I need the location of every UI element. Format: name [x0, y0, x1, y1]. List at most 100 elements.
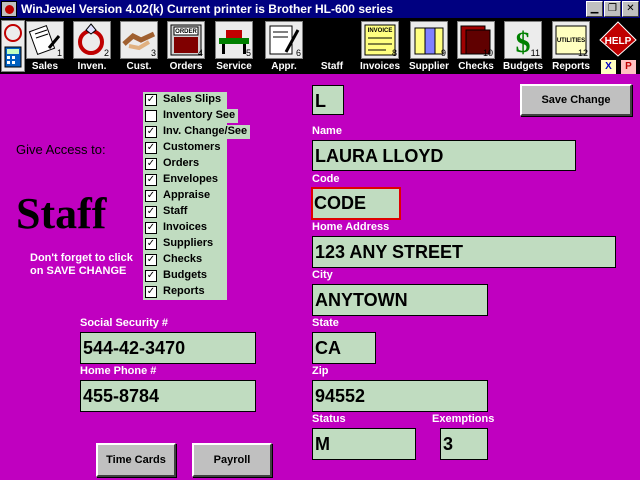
save-change-button[interactable]: Save Change	[520, 84, 632, 116]
zip-field[interactable]: 94552	[312, 380, 488, 412]
restore-button[interactable]: ❐	[604, 1, 621, 17]
home-address-label: Home Address	[312, 221, 390, 233]
state-field[interactable]: CA	[312, 332, 376, 364]
home-phone-field[interactable]: 455-8784	[80, 380, 256, 412]
system-menu-icon[interactable]	[1, 1, 17, 17]
access-checkbox-label: Checks	[163, 253, 206, 267]
window-title: WinJewel Version 4.02(k) Current printer…	[21, 2, 394, 16]
exemptions-label: Exemptions	[432, 413, 495, 425]
toolbar-reports[interactable]: UTILITIES 12 Reports	[550, 20, 592, 74]
toolbar-supplier[interactable]: 9 Supplier	[408, 20, 450, 74]
status-label: Status	[312, 413, 346, 425]
access-checkbox[interactable]: ✓	[145, 222, 157, 234]
access-checkbox-row[interactable]: ✓ Staff	[143, 204, 265, 220]
access-checkbox-label: Sales Slips	[163, 93, 225, 107]
toolbar-budgets[interactable]: $ 11 Budgets	[502, 20, 544, 74]
access-checkbox-label: Invoices	[163, 221, 211, 235]
access-checkbox-label: Orders	[163, 157, 203, 171]
home-address-field[interactable]: 123 ANY STREET	[312, 236, 616, 268]
access-checkbox[interactable]: ✓	[145, 158, 157, 170]
toolbar-invoices[interactable]: INVOICE 8 Invoices	[359, 20, 401, 74]
state-label: State	[312, 317, 339, 329]
page-title: Staff	[16, 189, 107, 238]
toolbar-customers[interactable]: 3 Cust.	[118, 20, 160, 74]
home-phone-label: Home Phone #	[80, 365, 157, 377]
supplier-icon: 9	[410, 21, 448, 59]
access-checkbox[interactable]: ✓	[145, 238, 157, 250]
access-checkbox-label: Inventory See	[163, 109, 239, 123]
access-checkbox-label: Budgets	[163, 269, 210, 283]
access-checkbox-row[interactable]: ✓ Sales Slips	[143, 92, 265, 108]
ssn-field[interactable]: 544-42-3470	[80, 332, 256, 364]
service-bench-icon: 5	[215, 21, 253, 59]
svg-text:HELP: HELP	[605, 36, 632, 47]
access-checkbox-label: Inv. Change/See	[163, 125, 251, 139]
access-checkbox-row[interactable]: Inventory See	[143, 108, 265, 124]
p-button[interactable]: P	[621, 60, 636, 74]
budget-dollar-icon: $ 11	[504, 21, 542, 59]
svg-text:$: $	[516, 26, 531, 58]
access-checkbox-label: Suppliers	[163, 237, 217, 251]
staff-icon	[313, 21, 351, 59]
city-field[interactable]: ANYTOWN	[312, 284, 488, 316]
access-checkbox[interactable]: ✓	[145, 174, 157, 186]
access-checkbox-row[interactable]: ✓ Envelopes	[143, 172, 265, 188]
time-cards-button[interactable]: Time Cards	[96, 443, 176, 477]
toolbar-staff[interactable]: Staff	[311, 20, 353, 74]
toolbar-checks[interactable]: 10 Checks	[455, 20, 497, 74]
access-checkbox-row[interactable]: ✓ Orders	[143, 156, 265, 172]
access-checkbox-row[interactable]: ✓ Appraise	[143, 188, 265, 204]
module-toolbar: 1 Sales 2 Inven. 3 Cust. ORDER 4 Orders …	[0, 18, 640, 74]
toolbar-service[interactable]: 5 Service	[213, 20, 255, 74]
toolbar-inventory[interactable]: 2 Inven.	[71, 20, 113, 74]
access-checkbox[interactable]: ✓	[145, 286, 157, 298]
svg-text:INVOICE: INVOICE	[368, 28, 393, 34]
access-checkbox-row[interactable]: ✓ Checks	[143, 252, 265, 268]
access-checkbox-row[interactable]: ✓ Invoices	[143, 220, 265, 236]
status-field[interactable]: M	[312, 428, 416, 460]
access-checkbox[interactable]	[145, 110, 157, 122]
handshake-icon: 3	[120, 21, 158, 59]
close-button[interactable]: ✕	[622, 1, 639, 17]
svg-text:ORDER: ORDER	[175, 29, 197, 35]
give-access-label: Give Access to:	[16, 142, 106, 157]
ring-icon: 2	[73, 21, 111, 59]
access-checkbox-label: Customers	[163, 141, 224, 155]
access-checkbox-row[interactable]: ✓ Budgets	[143, 268, 265, 284]
access-checkbox-label: Appraise	[163, 189, 214, 203]
access-checkbox[interactable]: ✓	[145, 270, 157, 282]
access-checkbox[interactable]: ✓	[145, 206, 157, 218]
sales-slip-icon: 1	[26, 21, 64, 59]
access-checkbox[interactable]: ✓	[145, 94, 157, 106]
toolbar-orders[interactable]: ORDER 4 Orders	[165, 20, 207, 74]
access-checkbox-row[interactable]: ✓ Reports	[143, 284, 265, 300]
appraisal-icon: 6	[265, 21, 303, 59]
zip-label: Zip	[312, 365, 329, 377]
ssn-label: Social Security #	[80, 317, 169, 329]
access-checkbox-row[interactable]: ✓ Inv. Change/See	[143, 124, 265, 140]
access-checkbox-row[interactable]: ✓ Customers	[143, 140, 265, 156]
help-button[interactable]: HELP	[598, 20, 638, 58]
initial-field[interactable]: L	[312, 85, 344, 115]
minimize-button[interactable]: ▁	[586, 1, 603, 17]
access-checkbox-row[interactable]: ✓ Suppliers	[143, 236, 265, 252]
x-button[interactable]: X	[601, 60, 616, 74]
name-field[interactable]: LAURA LLOYD	[312, 140, 576, 171]
access-checkbox-label: Envelopes	[163, 173, 222, 187]
access-checkbox[interactable]: ✓	[145, 142, 157, 154]
toolbar-appraisal[interactable]: 6 Appr.	[263, 20, 305, 74]
name-label: Name	[312, 125, 342, 137]
city-label: City	[312, 269, 333, 281]
payroll-button[interactable]: Payroll	[192, 443, 272, 477]
toolbar-sales[interactable]: 1 Sales	[24, 20, 66, 74]
title-bar: WinJewel Version 4.02(k) Current printer…	[0, 0, 640, 18]
code-label: Code	[312, 173, 340, 185]
access-checkbox[interactable]: ✓	[145, 126, 157, 138]
access-checkbox[interactable]: ✓	[145, 190, 157, 202]
access-checkbox-label: Reports	[163, 285, 208, 299]
save-reminder-text: Don't forget to click on SAVE CHANGE	[30, 252, 133, 277]
order-book-icon: ORDER 4	[167, 21, 205, 59]
exemptions-field[interactable]: 3	[440, 428, 488, 460]
code-field[interactable]: CODE	[311, 187, 401, 220]
access-checkbox[interactable]: ✓	[145, 254, 157, 266]
